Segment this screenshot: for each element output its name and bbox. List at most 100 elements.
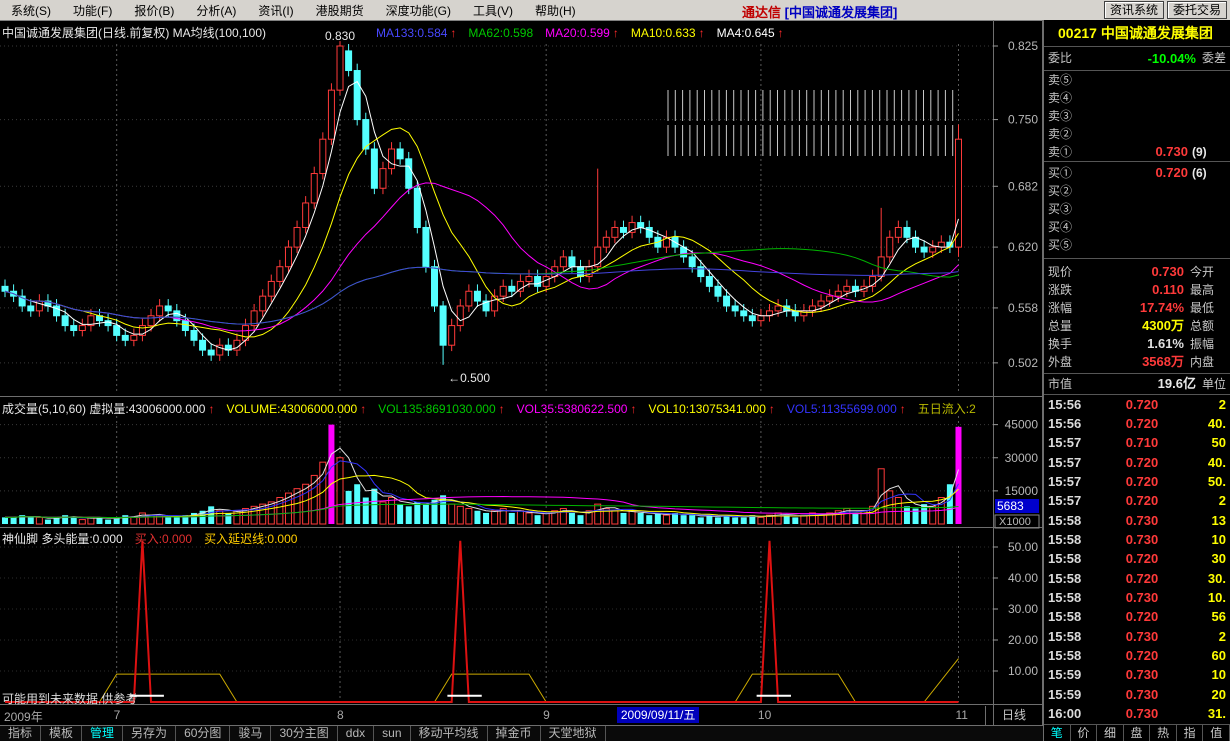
quote-tab[interactable]: 价 — [1071, 725, 1098, 741]
stat-value: 3568万 — [1142, 354, 1184, 369]
status-bar: 指标 模板 管理 另存为 60分图 骏马 30分主图 ddx sun 移动平均线 掉金币 天堂地狱 — [0, 726, 1043, 741]
stat-value: 0.110 — [1152, 282, 1184, 297]
buy-row: 买① 0.720 (6) — [1044, 164, 1230, 182]
stat-row: 现价 0.730 今开 — [1044, 263, 1230, 281]
unit-label: 单位 — [1201, 377, 1226, 391]
quote-tab[interactable]: 热 — [1150, 725, 1177, 741]
tick-row: 15:58 0.720 30. — [1044, 570, 1230, 588]
sell-row: 卖② — [1044, 125, 1230, 143]
stat-label: 换手 — [1048, 337, 1073, 351]
quote-panel-tabs: 笔价细盘热指值 — [1044, 724, 1230, 741]
stat-label: 最高 — [1190, 283, 1215, 297]
quote-tab[interactable]: 盘 — [1124, 725, 1151, 741]
tick-price: 0.730 — [1125, 667, 1159, 683]
queue-qty — [1192, 218, 1226, 236]
queue-label: 卖④ — [1048, 91, 1073, 105]
quote-tab[interactable]: 细 — [1097, 725, 1124, 741]
statusbar-tab[interactable]: 管理 — [82, 726, 124, 741]
queue-label: 买① — [1048, 166, 1073, 180]
tick-row: 15:57 0.710 50 — [1044, 434, 1230, 452]
quote-tab[interactable]: 笔 — [1044, 725, 1071, 741]
statusbar-tab[interactable]: 掉金币 — [488, 726, 541, 741]
tick-price: 0.720 — [1125, 396, 1159, 412]
queue-price — [1082, 107, 1188, 125]
tick-row: 15:58 0.720 30 — [1044, 550, 1230, 568]
stat-label: 今开 — [1190, 265, 1215, 279]
queue-label: 买② — [1048, 184, 1073, 198]
queue-label: 买③ — [1048, 202, 1073, 216]
tick-row: 15:59 0.730 10 — [1044, 666, 1230, 684]
stat-value: 0.730 — [1151, 264, 1184, 279]
period-selector[interactable]: 日线 — [985, 706, 1042, 725]
stat-label: 涨跌 — [1048, 283, 1073, 297]
toolbar-button[interactable]: 委托交易 — [1166, 1, 1227, 19]
tick-volume: 2 — [1218, 396, 1226, 412]
current-date-badge: 2009/09/11/五 — [616, 707, 700, 723]
tick-time: 15:57 — [1048, 474, 1082, 490]
tick-price: 0.720 — [1125, 551, 1159, 567]
quote-tab[interactable]: 值 — [1203, 725, 1230, 741]
x-axis-month-label: 10 — [757, 708, 772, 722]
weibi-label: 委比 — [1048, 51, 1073, 65]
statusbar-tab[interactable]: 60分图 — [176, 726, 231, 741]
tick-volume: 50. — [1207, 474, 1226, 490]
quote-tab[interactable]: 指 — [1177, 725, 1204, 741]
statusbar-tab[interactable]: 模板 — [41, 726, 83, 741]
svg-text:X1000: X1000 — [999, 516, 1031, 528]
svg-text:45000: 45000 — [1005, 418, 1039, 432]
stat-label: 振幅 — [1190, 337, 1215, 351]
x-axis-month-label: 11 — [955, 708, 968, 722]
tick-price: 0.720 — [1125, 474, 1159, 490]
tick-row: 15:57 0.720 50. — [1044, 473, 1230, 491]
statusbar-tab[interactable]: ddx — [338, 726, 375, 741]
svg-text:30000: 30000 — [1005, 451, 1039, 465]
time-sales-list[interactable]: 15:56 0.720 2 15:56 0.720 40. 15:57 0.710 50 15:5… — [1044, 395, 1230, 724]
tick-time: 15:57 — [1048, 493, 1082, 509]
tick-price: 0.720 — [1125, 416, 1159, 432]
toolbar-button[interactable]: 资讯系统 — [1103, 1, 1164, 19]
statusbar-tab[interactable]: 指标 — [0, 726, 42, 741]
svg-text:15000: 15000 — [1005, 484, 1039, 498]
queue-label: 卖① — [1048, 145, 1073, 159]
tick-time: 15:58 — [1048, 532, 1082, 548]
statusbar-tab[interactable]: 骏马 — [230, 726, 272, 741]
stat-value: 4300万 — [1142, 318, 1184, 333]
tick-price: 0.720 — [1125, 609, 1159, 625]
queue-qty — [1192, 236, 1226, 254]
x-axis-month-label: 9 — [543, 708, 550, 722]
queue-price — [1082, 182, 1188, 200]
statusbar-tab[interactable]: 另存为 — [123, 726, 177, 741]
stat-label: 内盘 — [1190, 355, 1215, 369]
tick-volume: 20 — [1211, 686, 1226, 702]
tick-row: 15:58 0.720 60 — [1044, 647, 1230, 665]
statusbar-tab[interactable]: sun — [374, 726, 411, 741]
queue-qty — [1192, 71, 1226, 89]
stat-row: 外盘 3568万 内盘 — [1044, 353, 1230, 371]
tick-time: 15:58 — [1048, 590, 1082, 606]
tick-row: 15:57 0.720 40. — [1044, 454, 1230, 472]
svg-text:0.620: 0.620 — [1008, 240, 1038, 254]
statusbar-tab[interactable]: 30分主图 — [271, 726, 338, 741]
tick-row: 15:57 0.720 2 — [1044, 492, 1230, 510]
statusbar-tab[interactable]: 移动平均线 — [411, 726, 488, 741]
tick-time: 15:59 — [1048, 686, 1082, 702]
tick-time: 15:58 — [1048, 628, 1082, 644]
stat-label: 外盘 — [1048, 355, 1073, 369]
tick-price: 0.720 — [1125, 493, 1159, 509]
tick-volume: 10. — [1207, 590, 1226, 606]
svg-text:0.750: 0.750 — [1008, 113, 1038, 127]
queue-qty — [1192, 125, 1226, 143]
tick-time: 15:56 — [1048, 416, 1082, 432]
x-axis-year: 2009年 — [4, 710, 43, 724]
statusbar-tab[interactable]: 天堂地狱 — [541, 726, 606, 741]
tick-volume: 60 — [1211, 648, 1226, 664]
tick-price: 0.710 — [1125, 435, 1159, 451]
stat-value: 1.61% — [1147, 336, 1184, 351]
queue-label: 卖⑤ — [1048, 73, 1073, 87]
queue-qty — [1192, 89, 1226, 107]
chart-canvas[interactable]: 0.825 0.750 0.682 0.620 0.558 0.502 45000 30000… — [0, 0, 1043, 741]
svg-text:5683: 5683 — [997, 499, 1024, 513]
tick-time: 15:58 — [1048, 512, 1082, 528]
tick-time: 15:58 — [1048, 551, 1082, 567]
svg-text:0.830: 0.830 — [325, 29, 355, 43]
